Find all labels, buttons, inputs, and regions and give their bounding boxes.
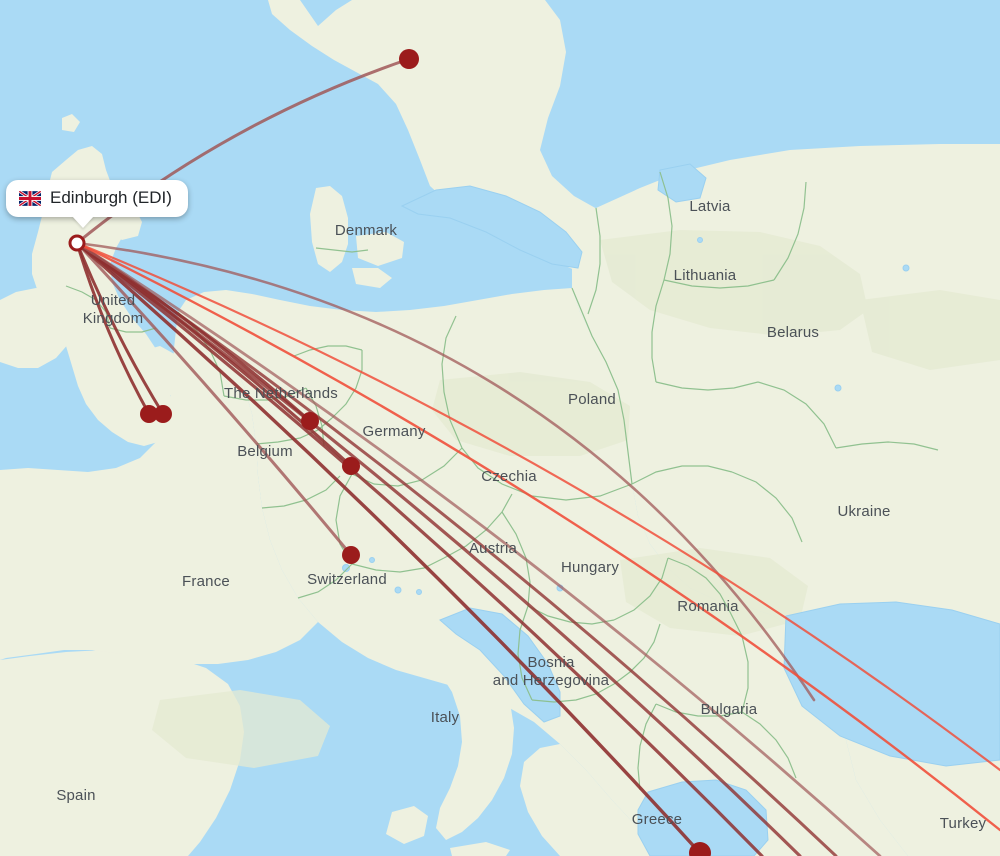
hub-marker-circle[interactable] [68,234,86,252]
hub-tooltip-label: Edinburgh (EDI) [50,188,172,207]
hub-marker-edinburgh[interactable] [68,234,86,252]
destination-london-lgw[interactable] [154,405,172,423]
flight-route-map[interactable]: Denmark Latvia Lithuania Belarus Poland Unite… [0,0,1000,856]
destination-oslo[interactable] [399,49,419,69]
hub-tooltip-edinburgh[interactable]: Edinburgh (EDI) [6,180,188,217]
destination-frankfurt[interactable] [342,457,360,475]
map-canvas [0,0,1000,856]
uk-flag-icon [19,190,41,206]
destination-zurich[interactable] [342,546,360,564]
destination-dusseldorf[interactable] [301,412,319,430]
